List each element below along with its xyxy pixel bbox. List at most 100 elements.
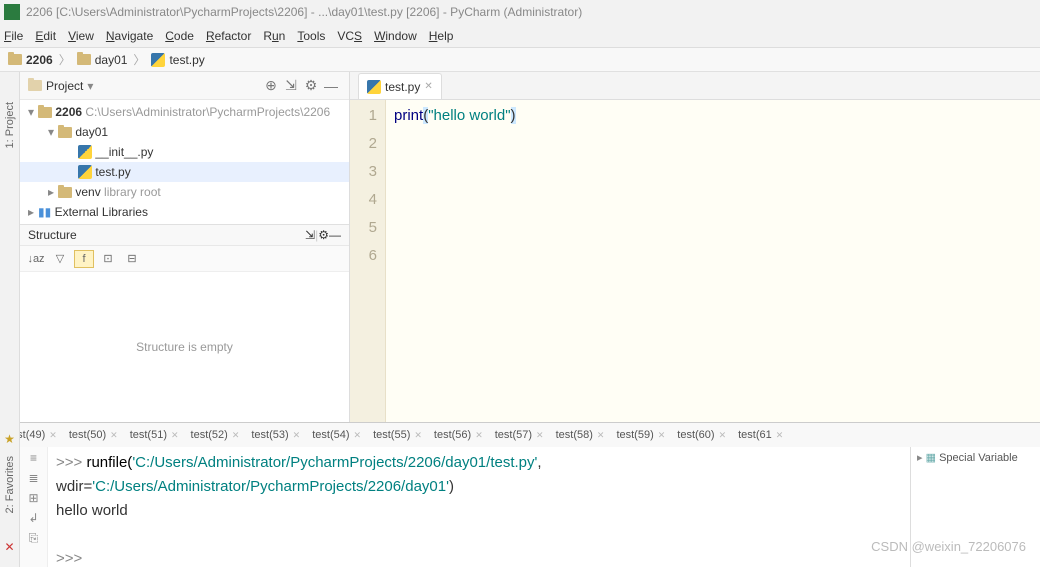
menu-help[interactable]: Help xyxy=(429,29,454,43)
run-tab-label: test(56) xyxy=(434,429,471,441)
line-no: 2 xyxy=(350,130,377,158)
close-icon[interactable]: ✕ xyxy=(719,430,727,441)
python-file-icon xyxy=(78,165,92,179)
scroll-icon[interactable]: ⎘ xyxy=(29,531,39,546)
close-icon[interactable]: ✕ xyxy=(424,81,432,92)
fields-toggle[interactable]: f xyxy=(74,250,94,268)
close-icon[interactable]: ✕ xyxy=(414,430,422,441)
tree-label: test.py xyxy=(95,165,130,179)
menu-view[interactable]: View xyxy=(68,29,94,43)
chevron-icon: 〉 xyxy=(133,51,145,68)
close-icon[interactable]: ✕ xyxy=(110,430,118,441)
filter-icon[interactable]: ▽ xyxy=(50,250,70,268)
menu-navigate[interactable]: Navigate xyxy=(106,29,153,43)
run-tab-label: test(50) xyxy=(69,429,106,441)
folder-icon xyxy=(8,54,22,65)
editor-tabbar: test.py ✕ xyxy=(350,72,1040,100)
tree-file-init[interactable]: __init__.py xyxy=(20,142,349,162)
editor-tab[interactable]: test.py ✕ xyxy=(358,73,442,99)
variables-label[interactable]: Special Variable xyxy=(939,452,1018,464)
run-tab[interactable]: test(60)✕ xyxy=(673,429,730,441)
dropdown-icon[interactable]: ▾ xyxy=(87,79,93,93)
run-tab-label: test(51) xyxy=(130,429,167,441)
tree-folder-venv[interactable]: ▸ venv library root xyxy=(20,182,349,202)
tree-label: __init__.py xyxy=(95,145,153,159)
run-tab[interactable]: test(51) ✕ xyxy=(126,429,183,441)
breadcrumb-2[interactable]: day01 xyxy=(95,53,128,67)
menu-vcs[interactable]: VCS xyxy=(337,29,362,43)
run-tab[interactable]: test(52)✕ xyxy=(187,429,244,441)
close-icon[interactable]: ✕ xyxy=(354,430,362,441)
run-tab[interactable]: test(53)✕ xyxy=(247,429,304,441)
run-tab[interactable]: test(50) ✕ xyxy=(65,429,122,441)
expand-icon[interactable]: ▸ xyxy=(44,185,58,199)
breadcrumb-1[interactable]: 2206 xyxy=(26,53,53,67)
close-icon[interactable]: ✕ xyxy=(658,430,666,441)
expand-icon[interactable]: ▾ xyxy=(44,125,58,139)
menu-window[interactable]: Window xyxy=(374,29,417,43)
tab-favorites[interactable]: 2: Favorites xyxy=(4,456,16,513)
toggle-icon[interactable]: ⊟ xyxy=(122,250,142,268)
menu-file[interactable]: File xyxy=(4,29,23,43)
run-tab[interactable]: test(59)✕ xyxy=(612,429,669,441)
gear-icon[interactable]: ⚙ xyxy=(301,76,321,96)
tree-folder-day01[interactable]: ▾ day01 xyxy=(20,122,349,142)
window-title: 2206 [C:\Users\Administrator\PycharmProj… xyxy=(26,5,582,19)
collapse-icon[interactable]: ⇲ xyxy=(281,76,301,96)
menu-edit[interactable]: Edit xyxy=(35,29,56,43)
close-icon[interactable]: ✕ xyxy=(597,430,605,441)
close-icon[interactable]: ✕ xyxy=(293,430,301,441)
menu-refactor[interactable]: Refactor xyxy=(206,29,251,43)
console-text: , xyxy=(537,454,541,471)
run-tab-label: test(61 xyxy=(738,429,772,441)
run-tab[interactable]: test(61 ✕ xyxy=(734,429,787,441)
tree-external-libs[interactable]: ▸ ▮▮ External Libraries xyxy=(20,202,349,222)
close-icon[interactable]: ✕ xyxy=(776,430,784,441)
run-tab[interactable]: test(57)✕ xyxy=(491,429,548,441)
python-file-icon xyxy=(151,53,165,67)
expand-icon[interactable]: ▸ xyxy=(24,205,38,219)
menu-run[interactable]: Run xyxy=(263,29,285,43)
run-tab[interactable]: test(54)✕ xyxy=(308,429,365,441)
sort-az-icon[interactable]: ↓az xyxy=(26,250,46,268)
tree-label: venv xyxy=(75,185,100,199)
run-tab[interactable]: test(56) ✕ xyxy=(430,429,487,441)
hide-icon[interactable]: — xyxy=(329,228,341,242)
app-icon xyxy=(4,4,20,20)
project-tree: ▾ 2206 C:\Users\Administrator\PycharmPro… xyxy=(20,100,349,224)
tree-icon[interactable]: ⊞ xyxy=(28,491,38,505)
star-icon[interactable]: ★ xyxy=(4,432,15,446)
expand-icon[interactable]: ▸ xyxy=(917,452,923,464)
menu-tools[interactable]: Tools xyxy=(297,29,325,43)
close-icon[interactable]: ✕ xyxy=(232,430,240,441)
tree-root[interactable]: ▾ 2206 C:\Users\Administrator\PycharmPro… xyxy=(20,102,349,122)
line-no: 3 xyxy=(350,158,377,186)
close-icon[interactable]: ✕ xyxy=(49,430,57,441)
close-icon[interactable]: ✕ xyxy=(536,430,544,441)
gear-icon[interactable]: ⚙ xyxy=(318,228,329,242)
tree-label: day01 xyxy=(75,125,108,139)
locate-icon[interactable]: ⊕ xyxy=(261,76,281,96)
console-output[interactable]: >>> runfile('C:/Users/Administrator/Pych… xyxy=(48,447,910,567)
hide-icon[interactable]: — xyxy=(321,76,341,96)
run-tab-label: test(58) xyxy=(556,429,593,441)
run-tab[interactable]: test(55)✕ xyxy=(369,429,426,441)
close-icon[interactable]: ✕ xyxy=(475,430,483,441)
toggle-icon[interactable]: ⊡ xyxy=(98,250,118,268)
structure-empty: Structure is empty xyxy=(20,272,349,422)
up-icon[interactable]: ≡ xyxy=(30,451,37,465)
down-icon[interactable]: ≣ xyxy=(28,471,38,485)
breadcrumb-3[interactable]: test.py xyxy=(169,53,204,67)
run-tab[interactable]: test(58) ✕ xyxy=(552,429,609,441)
tree-file-test[interactable]: test.py xyxy=(20,162,349,182)
wrap-icon[interactable]: ↲ xyxy=(28,511,38,525)
code-content[interactable]: print("hello world") xyxy=(386,100,524,422)
collapse-icon[interactable]: ⇲ xyxy=(305,228,315,242)
tab-project[interactable]: 1: Project xyxy=(4,102,16,148)
expand-icon[interactable]: ▾ xyxy=(24,105,38,119)
menu-code[interactable]: Code xyxy=(165,29,194,43)
code-area[interactable]: 1 2 3 4 5 6 print("hello world") xyxy=(350,100,1040,422)
project-panel-header: Project ▾ ⊕ ⇲ ⚙ — xyxy=(20,72,349,100)
close-icon[interactable]: ✕ xyxy=(171,430,179,441)
console-output-line: hello world xyxy=(56,499,902,523)
